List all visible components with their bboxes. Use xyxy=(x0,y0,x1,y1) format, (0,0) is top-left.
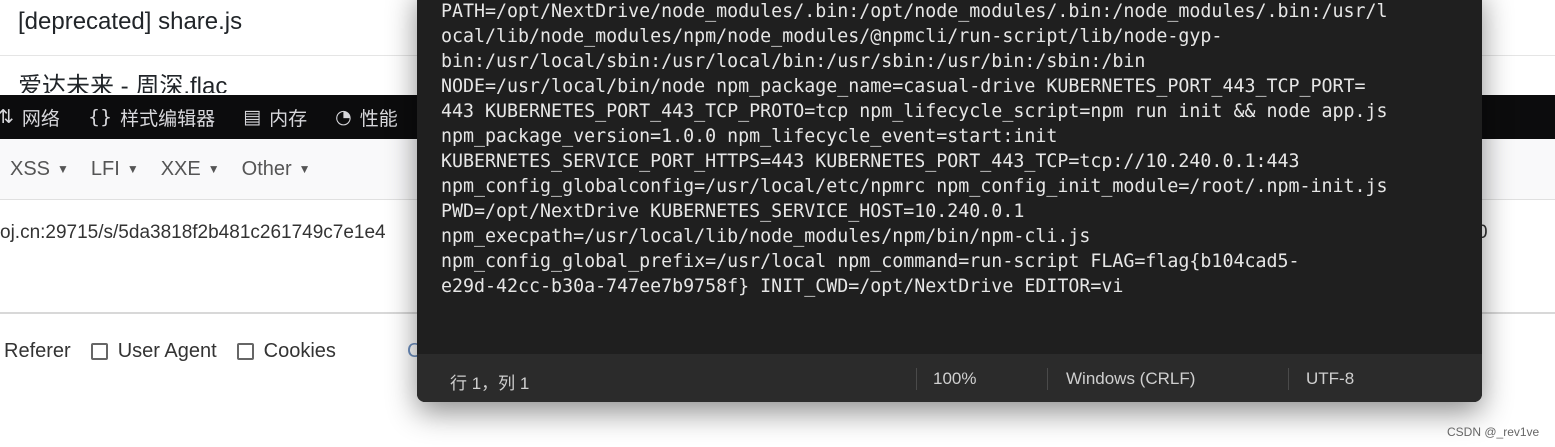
divider xyxy=(1288,368,1289,390)
lfi-dropdown[interactable]: LFI ▼ xyxy=(91,158,139,181)
dropdown-label: LFI xyxy=(90,157,120,180)
divider xyxy=(1047,368,1048,390)
text-line: npm_package_version=1.0.0 npm_lifecycle_… xyxy=(441,126,1058,147)
tab-label: 样式编辑器 xyxy=(120,108,216,130)
text-editor-area[interactable]: PATH=/opt/NextDrive/node_modules/.bin:/o… xyxy=(441,0,1481,299)
tab-label: 网络 xyxy=(21,108,60,130)
xxe-dropdown[interactable]: XXE ▼ xyxy=(161,158,220,181)
user-agent-checkbox[interactable] xyxy=(90,343,108,360)
encoding[interactable]: UTF-8 xyxy=(1306,369,1354,389)
zoom-level[interactable]: 100% xyxy=(933,369,976,389)
braces-icon: {} xyxy=(87,106,113,128)
text-line: 443 KUBERNETES_PORT_443_TCP_PROTO=tcp np… xyxy=(441,101,1388,122)
notepad-window: PATH=/opt/NextDrive/node_modules/.bin:/o… xyxy=(417,0,1482,402)
text-line: npm_config_globalconfig=/usr/local/etc/n… xyxy=(441,176,1388,197)
dropdown-label: Other xyxy=(241,157,292,180)
tab-memory[interactable]: ▤ 内存 xyxy=(243,104,307,131)
text-line: npm_execpath=/usr/local/lib/node_modules… xyxy=(441,226,1091,247)
tab-label: 内存 xyxy=(269,108,308,130)
text-line: PATH=/opt/NextDrive/node_modules/.bin:/o… xyxy=(441,1,1388,22)
text-line: NODE=/usr/local/bin/node npm_package_nam… xyxy=(441,76,1366,97)
dropdown-label: XSS xyxy=(10,157,51,180)
caret-down-icon: ▼ xyxy=(57,162,69,176)
divider xyxy=(916,368,917,390)
tab-style-editor[interactable]: {} 样式编辑器 xyxy=(88,104,215,131)
other-dropdown[interactable]: Other ▼ xyxy=(242,158,311,181)
status-bar: 行 1，列 1 100% Windows (CRLF) UTF-8 xyxy=(417,354,1482,402)
caret-down-icon: ▼ xyxy=(298,162,311,176)
caret-down-icon: ▼ xyxy=(207,162,220,176)
text-line: ocal/lib/node_modules/npm/node_modules/@… xyxy=(441,26,1223,47)
caret-down-icon: ▼ xyxy=(126,162,139,176)
xss-dropdown[interactable]: XSS ▼ xyxy=(10,158,69,181)
performance-icon: ◔ xyxy=(335,106,352,128)
text-line: bin:/usr/local/sbin:/usr/local/bin:/usr/… xyxy=(441,51,1146,72)
cookies-checkbox[interactable] xyxy=(236,343,254,360)
text-line: npm_config_global_prefix=/usr/local npm_… xyxy=(441,251,1300,272)
tab-label: 性能 xyxy=(359,108,398,130)
text-line: PWD=/opt/NextDrive KUBERNETES_SERVICE_HO… xyxy=(441,201,1025,222)
watermark: CSDN @_rev1ve xyxy=(1447,425,1540,439)
text-line: e29d-42cc-b30a-747ee7b9758f} INIT_CWD=/o… xyxy=(441,276,1124,297)
file-list-item[interactable]: [deprecated] share.js xyxy=(18,8,242,36)
network-icon: ⇅ xyxy=(0,106,14,128)
line-ending[interactable]: Windows (CRLF) xyxy=(1066,369,1195,389)
memory-icon: ▤ xyxy=(243,106,262,128)
tab-performance[interactable]: ◔ 性能 xyxy=(335,104,398,131)
tab-network[interactable]: ⇅ 网络 xyxy=(0,104,60,131)
file-list-item[interactable]: 爱达未来 - 周深.flac xyxy=(18,72,227,93)
text-line: KUBERNETES_SERVICE_PORT_HTTPS=443 KUBERN… xyxy=(441,151,1300,172)
cursor-position: 行 1，列 1 xyxy=(450,374,530,393)
cookies-label[interactable]: Cookies xyxy=(264,340,336,363)
header-options: Referer User Agent Cookies xyxy=(0,340,356,363)
referer-label[interactable]: Referer xyxy=(4,340,71,363)
user-agent-label[interactable]: User Agent xyxy=(118,340,217,363)
dropdown-label: XXE xyxy=(160,157,201,180)
